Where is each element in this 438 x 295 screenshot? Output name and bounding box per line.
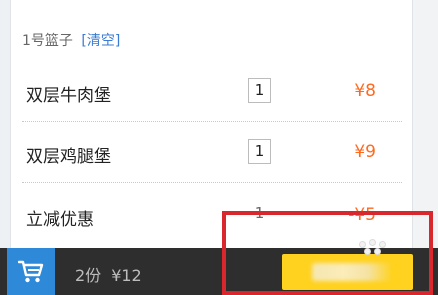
clear-basket-link[interactable]: [清空] <box>81 33 120 49</box>
item-price: ¥8 <box>354 81 376 101</box>
discount-qty: 1 <box>254 204 265 222</box>
item-count: 2份 <box>75 266 102 285</box>
discount-amount: -¥5 <box>348 205 376 225</box>
order-total: ¥12 <box>111 266 142 285</box>
quantity-field[interactable]: 1 <box>248 78 271 103</box>
item-name: 双层牛肉堡 <box>26 86 111 106</box>
item-name: 双层鸡腿堡 <box>26 147 111 167</box>
order-summary: 2份 ¥12 <box>75 262 142 286</box>
basket-header: 1号篮子 [清空] <box>22 31 120 51</box>
left-panel-edge <box>0 0 11 248</box>
right-panel-edge <box>412 0 438 248</box>
basket-item: 双层鸡腿堡 1 ¥9 <box>22 134 402 174</box>
discount-name: 立减优惠 <box>26 210 94 230</box>
row-divider <box>22 182 402 183</box>
cart-button[interactable] <box>7 248 55 295</box>
watermark-logo <box>356 239 390 255</box>
basket-item: 双层牛肉堡 1 ¥8 <box>22 73 402 113</box>
row-divider <box>22 121 402 122</box>
checkout-label-blurred <box>312 263 392 281</box>
quantity-field[interactable]: 1 <box>248 139 271 164</box>
discount-row: 立减优惠 1 -¥5 <box>22 197 402 237</box>
basket-title: 1号篮子 <box>22 33 73 49</box>
checkout-button[interactable] <box>282 254 413 290</box>
cart-icon <box>18 260 44 283</box>
item-price: ¥9 <box>354 142 376 162</box>
